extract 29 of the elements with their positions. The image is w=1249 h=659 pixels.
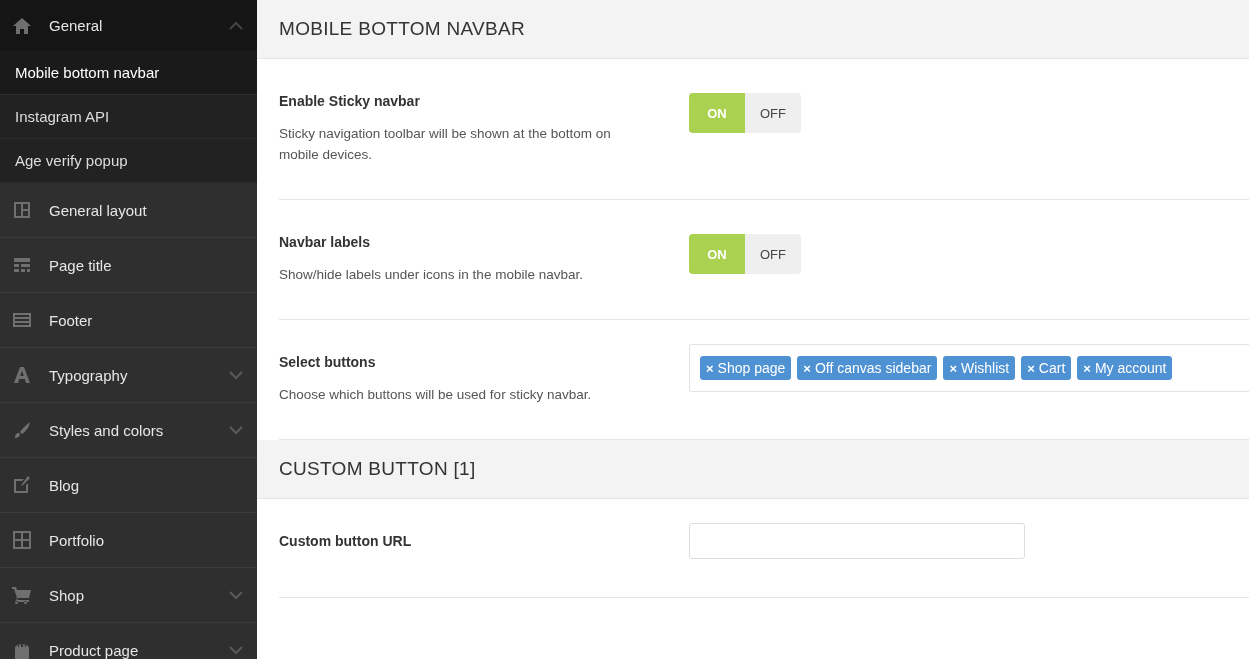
chevron-down-icon bbox=[229, 645, 243, 655]
field-label: Custom button URL bbox=[279, 533, 413, 549]
section-heading: MOBILE BOTTOM NAVBAR bbox=[257, 0, 1249, 59]
sidebar-item[interactable]: General bbox=[0, 0, 257, 51]
grid-icon bbox=[12, 255, 32, 275]
section-heading: CUSTOM BUTTON [1] bbox=[257, 440, 1249, 499]
layout-icon bbox=[12, 200, 32, 220]
submenu-item[interactable]: Instagram API bbox=[0, 95, 257, 139]
submenu-item[interactable]: Mobile bottom navbar bbox=[0, 51, 257, 95]
on-off-switch[interactable]: ON OFF bbox=[689, 93, 801, 133]
field-description: Sticky navigation toolbar will be shown at the bottom on mobile devices. bbox=[279, 125, 612, 164]
field-label: Enable Sticky navbar bbox=[279, 93, 421, 109]
letter-icon bbox=[12, 365, 32, 385]
brush-icon bbox=[12, 420, 32, 440]
chevron-up-icon bbox=[229, 21, 243, 30]
field-description: Show/hide labels under icons in the mobile navbar. bbox=[279, 266, 584, 284]
chevron-down-icon bbox=[229, 590, 243, 600]
field-label: Navbar labels bbox=[279, 234, 372, 250]
chevron-down-icon bbox=[229, 425, 243, 435]
field-label: Select buttons bbox=[279, 354, 377, 370]
note-icon bbox=[12, 475, 32, 495]
chevron-down-icon bbox=[229, 370, 243, 380]
house-icon bbox=[12, 15, 32, 36]
grid-icon bbox=[12, 530, 32, 550]
submenu-item[interactable]: Age verify popup bbox=[0, 139, 257, 183]
field-description: Choose which buttons will be used for sticky navbar. bbox=[279, 386, 593, 404]
on-off-switch[interactable]: ON OFF bbox=[689, 234, 801, 274]
url-input-field[interactable] bbox=[689, 523, 1025, 559]
cart-icon bbox=[12, 585, 32, 605]
